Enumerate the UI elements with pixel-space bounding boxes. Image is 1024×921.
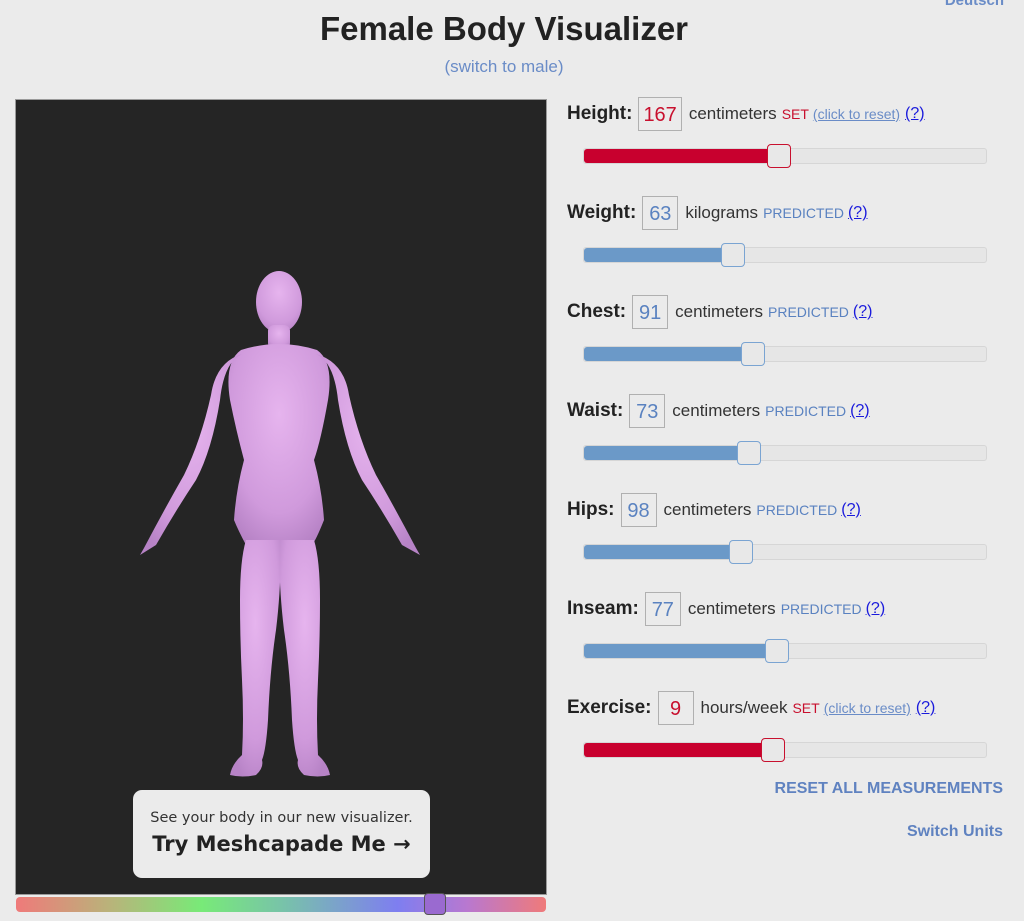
measurement-status: PREDICTED — [763, 205, 844, 221]
measurement-label: Chest: — [567, 301, 627, 322]
waist-value-input[interactable]: 73 — [629, 394, 666, 428]
height-help-link[interactable]: (?) — [905, 105, 925, 123]
model-right-arm — [316, 354, 420, 555]
slider-thumb[interactable] — [736, 441, 761, 465]
exercise-reset-link[interactable]: (click to reset) — [824, 700, 911, 716]
measurement-label: Waist: — [567, 400, 624, 421]
color-slider-thumb[interactable] — [423, 893, 446, 915]
measurement-unit: centimeters — [687, 599, 776, 618]
slider-thumb[interactable] — [740, 342, 765, 366]
measurement-status: SET — [792, 700, 820, 716]
slider-fill — [584, 248, 733, 262]
slider-fill — [584, 347, 753, 361]
measurement-header: Height: 167 centimeters SET (click to reset)… — [567, 96, 1007, 132]
hips-help-link[interactable]: (?) — [841, 501, 861, 519]
reset-all-measurements-button[interactable]: RESET ALL MEASUREMENTS — [775, 780, 1003, 798]
weight-value-input[interactable]: 63 — [642, 196, 679, 230]
measurement-label: Weight: — [567, 202, 637, 223]
model-color-slider[interactable] — [16, 893, 546, 915]
slider-fill — [584, 743, 773, 757]
weight-help-link[interactable]: (?) — [848, 204, 868, 222]
height-value-input[interactable]: 167 — [638, 97, 682, 131]
measurement-row-hips: Hips: 98 centimeters PREDICTED (?) — [567, 492, 1007, 591]
inseam-value-input[interactable]: 77 — [644, 592, 681, 626]
arrow-right-icon: → — [393, 832, 411, 856]
slider-thumb[interactable] — [720, 243, 745, 267]
measurement-header: Waist: 73 centimeters PREDICTED (?) — [567, 393, 1007, 429]
hips-slider[interactable] — [583, 540, 987, 564]
measurement-unit: centimeters — [663, 500, 752, 519]
language-link-deutsch[interactable]: Deutsch — [945, 0, 1004, 9]
measurement-row-exercise: Exercise: 9 hours/week SET (click to reset) (… — [567, 690, 1007, 789]
measurement-row-height: Height: 167 centimeters SET (click to reset)… — [567, 96, 1007, 195]
model-left-arm — [140, 354, 242, 555]
waist-slider[interactable] — [583, 441, 987, 465]
chest-slider[interactable] — [583, 342, 987, 366]
slider-thumb[interactable] — [766, 144, 791, 168]
promo-cta: Try Meshcapade Me → — [133, 832, 430, 856]
measurement-status: SET — [781, 106, 809, 122]
body-viewer[interactable]: See your body in our new visualizer. Try… — [15, 99, 547, 895]
switch-units-button[interactable]: Switch Units — [907, 823, 1003, 841]
measurement-status: PREDICTED — [756, 502, 838, 518]
inseam-slider[interactable] — [583, 639, 987, 663]
measurement-label: Hips: — [567, 499, 615, 520]
slider-fill — [584, 446, 749, 460]
page-title: Female Body Visualizer — [319, 10, 689, 47]
weight-slider[interactable] — [583, 243, 987, 267]
height-reset-link[interactable]: (click to reset) — [813, 106, 900, 122]
measurement-row-weight: Weight: 63 kilograms PREDICTED (?) — [567, 195, 1007, 294]
model-left-leg — [230, 540, 281, 777]
measurement-label: Inseam: — [567, 598, 639, 619]
switch-gender-link[interactable]: (switch to male) — [0, 57, 1008, 77]
measurement-status: PREDICTED — [765, 403, 847, 419]
measurement-unit: centimeters — [688, 104, 777, 123]
promo-cta-label: Try Meshcapade Me — [152, 832, 386, 856]
measurement-status: PREDICTED — [768, 304, 849, 320]
slider-thumb[interactable] — [764, 639, 789, 663]
measurement-label: Exercise: — [567, 697, 652, 718]
exercise-slider[interactable] — [583, 738, 987, 762]
height-slider[interactable] — [583, 144, 987, 168]
meshcapade-promo-button[interactable]: See your body in our new visualizer. Try… — [133, 790, 430, 878]
measurement-header: Exercise: 9 hours/week SET (click to reset) (… — [567, 690, 1007, 726]
model-torso — [228, 344, 330, 545]
measurement-status: PREDICTED — [780, 601, 862, 617]
promo-subtitle: See your body in our new visualizer. — [150, 810, 413, 826]
measurement-unit: centimeters — [675, 302, 763, 321]
slider-thumb[interactable] — [760, 738, 785, 762]
exercise-value-input[interactable]: 9 — [657, 691, 694, 725]
slider-fill — [584, 149, 779, 163]
measurement-unit: centimeters — [672, 401, 761, 420]
inseam-help-link[interactable]: (?) — [866, 600, 886, 618]
chest-help-link[interactable]: (?) — [853, 303, 873, 321]
hips-value-input[interactable]: 98 — [620, 493, 657, 527]
measurement-row-inseam: Inseam: 77 centimeters PREDICTED (?) — [567, 591, 1007, 690]
slider-fill — [584, 545, 741, 559]
model-head — [256, 271, 302, 333]
measurement-unit: hours/week — [700, 698, 788, 717]
slider-fill — [584, 644, 777, 658]
measurement-header: Chest: 91 centimeters PREDICTED (?) — [567, 294, 1007, 330]
measurement-header: Weight: 63 kilograms PREDICTED (?) — [567, 195, 1007, 231]
measurement-unit: kilograms — [685, 203, 759, 222]
measurement-header: Hips: 98 centimeters PREDICTED (?) — [567, 492, 1007, 528]
model-right-leg — [279, 540, 330, 777]
waist-help-link[interactable]: (?) — [850, 402, 870, 420]
chest-value-input[interactable]: 91 — [632, 295, 669, 329]
exercise-help-link[interactable]: (?) — [916, 699, 936, 717]
measurement-label: Height: — [567, 103, 633, 124]
body-model-3d[interactable] — [16, 100, 546, 894]
measurement-controls: Height: 167 centimeters SET (click to reset)… — [567, 96, 1007, 789]
measurement-row-waist: Waist: 73 centimeters PREDICTED (?) — [567, 393, 1007, 492]
measurement-header: Inseam: 77 centimeters PREDICTED (?) — [567, 591, 1007, 627]
measurement-row-chest: Chest: 91 centimeters PREDICTED (?) — [567, 294, 1007, 393]
slider-thumb[interactable] — [728, 540, 753, 564]
